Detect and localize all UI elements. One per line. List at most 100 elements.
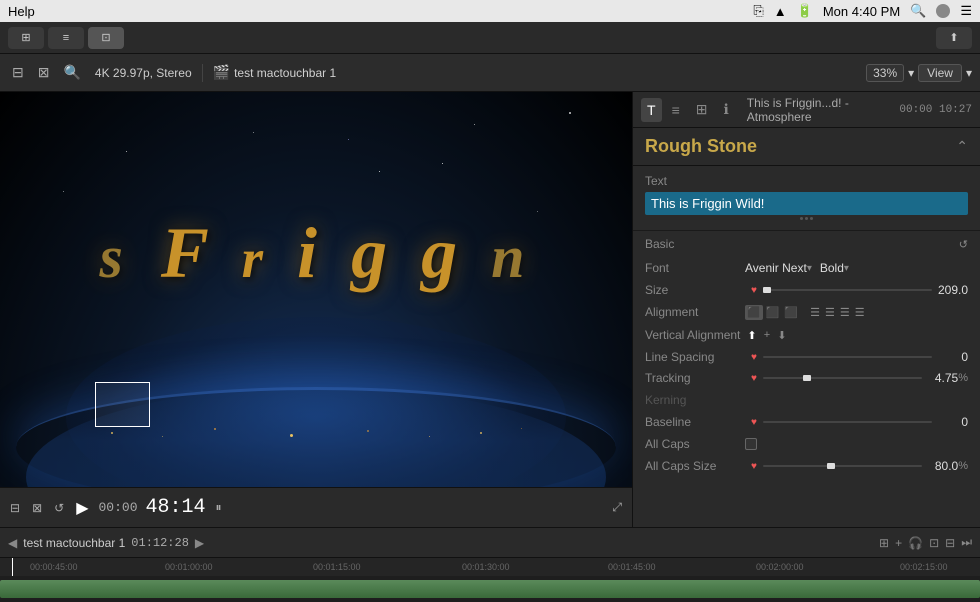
para-left-btn[interactable]: ☰ xyxy=(808,305,822,320)
tracking-keyframe[interactable]: ♥ xyxy=(751,373,757,384)
text-char-i: i xyxy=(297,213,325,293)
text-char-F: F xyxy=(161,213,216,293)
view-chevron[interactable]: ▾ xyxy=(966,66,972,80)
text-section-label: Text xyxy=(645,174,968,188)
baseline-label: Baseline xyxy=(645,415,745,429)
trim-btn[interactable]: ⊠ xyxy=(30,499,44,517)
line-spacing-row: Line Spacing ♥ 0 xyxy=(645,347,968,367)
align-center-btn[interactable]: ⬛ xyxy=(764,305,782,320)
inspector-panel: T ≡ ⊞ ℹ This is Friggin...d! - Atmospher… xyxy=(632,92,980,527)
all-caps-size-keyframe[interactable]: ♥ xyxy=(751,461,757,472)
resolution-info: 4K 29.97p, Stereo xyxy=(95,66,192,80)
align-left-btn[interactable]: ⬛ xyxy=(745,305,763,320)
basic-section-label: Basic xyxy=(645,237,959,251)
text-char-s: s xyxy=(100,224,131,290)
font-name-value[interactable]: Avenir Next xyxy=(745,261,807,275)
tl-add-btn[interactable]: + xyxy=(895,536,902,550)
font-row: Font Avenir Next ▾ Bold ▾ xyxy=(645,257,968,279)
clip-view-btn[interactable]: ⊟ xyxy=(8,499,22,517)
tl-prev-btn[interactable]: ◀ xyxy=(8,536,17,550)
text-char-r: r xyxy=(242,228,271,289)
font-weight-chevron[interactable]: ▾ xyxy=(844,263,849,274)
tl-next-btn[interactable]: ▶ xyxy=(195,536,204,550)
all-caps-size-slider[interactable] xyxy=(763,465,922,467)
all-caps-checkbox[interactable] xyxy=(745,438,757,450)
ruler-mark-5: 00:02:00:00 xyxy=(756,562,804,572)
collapse-btn[interactable]: ⌃ xyxy=(956,138,968,155)
layout-btn-2[interactable]: ⊠ xyxy=(34,62,54,83)
all-caps-label: All Caps xyxy=(645,437,745,451)
pause-frame-btn[interactable]: ⏸ xyxy=(214,498,224,517)
tl-right-controls: ⊞ + 🎧 ⊡ ⊟ ⏭ xyxy=(879,535,972,550)
play-button[interactable]: ▶ xyxy=(74,496,90,520)
selection-box[interactable] xyxy=(95,382,150,427)
speed-btn[interactable]: ↺ xyxy=(52,499,66,517)
kerning-label: Kerning xyxy=(645,393,745,407)
all-caps-row: All Caps xyxy=(645,433,968,455)
all-caps-size-value: 80.0 xyxy=(928,459,958,473)
timeline: ◀ test mactouchbar 1 01:12:28 ▶ ⊞ + 🎧 ⊡ … xyxy=(0,527,980,602)
grid-view-btn[interactable]: ⊞ xyxy=(8,27,44,49)
fullscreen-btn[interactable]: ⤢ xyxy=(610,498,624,517)
size-keyframe-icon[interactable]: ♥ xyxy=(751,285,757,296)
video-text-overlay: s F r i g g n xyxy=(0,212,632,295)
inspector-tabs: T ≡ ⊞ ℹ This is Friggin...d! - Atmospher… xyxy=(633,92,980,128)
para-center-btn[interactable]: ☰ xyxy=(823,305,837,320)
zoom-value[interactable]: 33% xyxy=(866,64,904,82)
menu-bar: Help ⎘ ▲ 🔋 Mon 4:40 PM 🔍 ☰ xyxy=(0,0,980,22)
baseline-value: 0 xyxy=(938,415,968,429)
line-spacing-slider[interactable] xyxy=(763,356,932,358)
layout-btn-1[interactable]: ⊟ xyxy=(8,62,28,83)
tl-blade-btn[interactable]: ⊟ xyxy=(945,536,955,550)
project-name: test mactouchbar 1 xyxy=(234,66,336,80)
valign-mid-icon[interactable]: + xyxy=(760,328,774,342)
inspector-tab-text[interactable]: T xyxy=(641,98,662,122)
list-view-btn[interactable]: ≡ xyxy=(48,27,84,49)
share-btn[interactable]: ⬆ xyxy=(936,27,972,49)
font-label: Font xyxy=(645,261,745,275)
tl-audio-btn[interactable]: 🎧 xyxy=(908,536,923,550)
detail-view-btn[interactable]: ⊡ xyxy=(88,27,124,49)
search-icon[interactable]: 🔍 xyxy=(910,3,926,19)
help-menu[interactable]: Help xyxy=(8,4,35,19)
tracking-slider[interactable] xyxy=(763,377,922,379)
basic-header: Basic ↺ xyxy=(645,237,968,251)
tl-snap-btn[interactable]: ⊞ xyxy=(879,536,889,550)
effect-title: Rough Stone xyxy=(645,136,956,157)
ruler-mark-4: 00:01:45:00 xyxy=(608,562,656,572)
text-input-field[interactable] xyxy=(645,192,968,215)
inspector-tab-list[interactable]: ≡ xyxy=(666,98,686,122)
inspector-tab-grid[interactable]: ⊞ xyxy=(690,97,714,122)
valign-bot-icon[interactable]: ⬇ xyxy=(775,328,789,342)
valign-top-icon[interactable]: ⬆ xyxy=(745,328,759,342)
reset-btn[interactable]: ↺ xyxy=(959,238,968,251)
inspector-tab-info[interactable]: ℹ xyxy=(717,97,734,122)
timeline-clip[interactable] xyxy=(0,580,980,598)
video-panel: s F r i g g n ⊟ ⊠ ↺ ▶ 00 xyxy=(0,92,632,527)
tl-zoom-in-btn[interactable]: ⊡ xyxy=(929,536,939,550)
font-chevron[interactable]: ▾ xyxy=(807,263,812,274)
zoom-chevron[interactable]: ▾ xyxy=(908,66,914,80)
line-spacing-keyframe[interactable]: ♥ xyxy=(751,352,757,363)
tl-end-btn[interactable]: ⏭ xyxy=(961,535,972,550)
para-right-btn[interactable]: ☰ xyxy=(838,305,852,320)
ruler-mark-3: 00:01:30:00 xyxy=(462,562,510,572)
align-right-btn[interactable]: ⬛ xyxy=(782,305,800,320)
baseline-slider[interactable] xyxy=(763,421,932,423)
timeline-track[interactable] xyxy=(0,576,980,602)
size-slider[interactable] xyxy=(763,289,932,291)
resize-handle[interactable] xyxy=(645,215,968,222)
transport-bar: ⊟ ⊠ ↺ ▶ 00:00 48:14 ⏸ ⤢ xyxy=(0,487,632,527)
menu-icon[interactable]: ☰ xyxy=(960,3,972,19)
size-value: 209.0 xyxy=(938,283,968,297)
para-justify-btn[interactable]: ☰ xyxy=(853,305,867,320)
search-btn[interactable]: 🔍 xyxy=(59,62,84,83)
valign-label: Vertical Alignment xyxy=(645,328,745,342)
font-weight-value[interactable]: Bold xyxy=(820,261,844,275)
timecode-current: 00:00 xyxy=(99,500,138,515)
tl-timecode: 01:12:28 xyxy=(131,536,189,550)
video-preview[interactable]: s F r i g g n xyxy=(0,92,632,487)
view-button[interactable]: View xyxy=(918,64,962,82)
baseline-keyframe[interactable]: ♥ xyxy=(751,417,757,428)
ruler-mark-0: 00:00:45:00 xyxy=(30,562,78,572)
